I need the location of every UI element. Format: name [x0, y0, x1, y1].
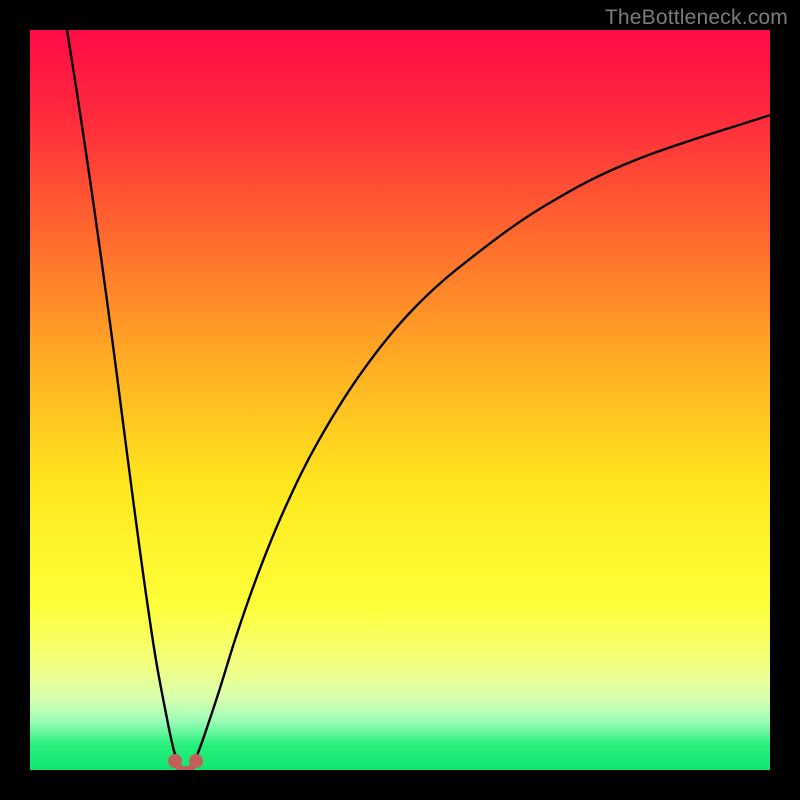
watermark-text: TheBottleneck.com [605, 6, 788, 30]
right-min-marker [189, 754, 203, 768]
chart-frame: TheBottleneck.com [0, 0, 800, 800]
plot-area [30, 30, 770, 770]
left-min-marker [168, 754, 182, 768]
markers-layer [30, 30, 770, 770]
